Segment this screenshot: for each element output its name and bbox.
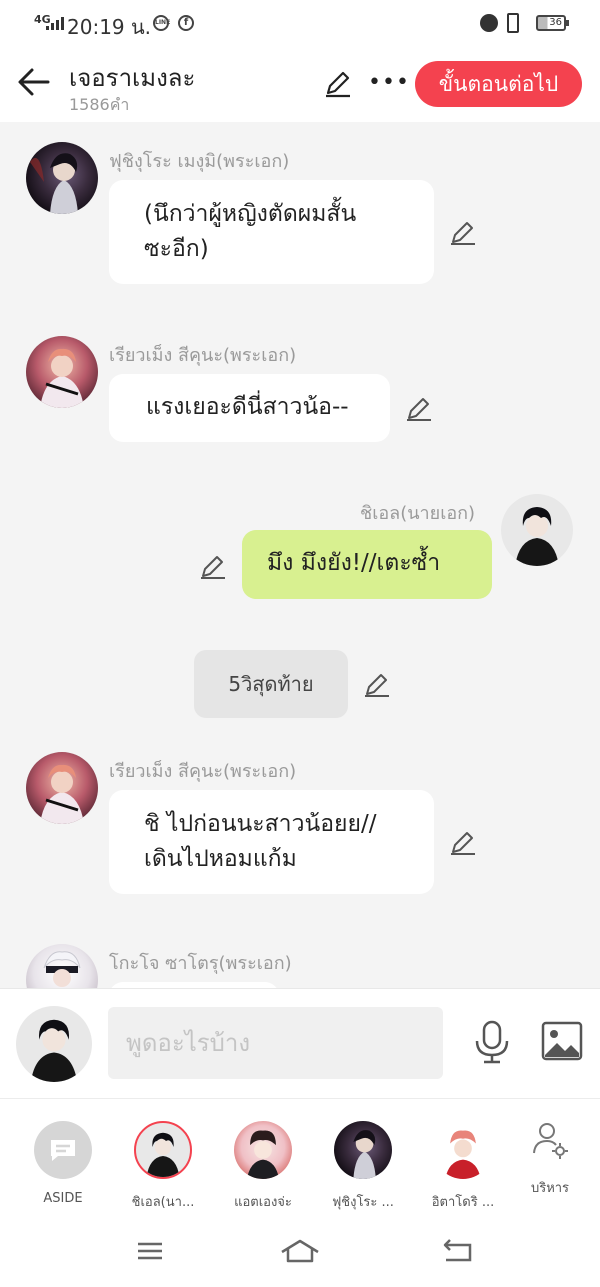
message-bubble[interactable]: แรงเยอะดีนี่สาวน้อ-- — [109, 374, 390, 442]
character-admin[interactable]: แอตเองจ่ะ — [218, 1121, 308, 1212]
sender-name: โกะโจ ซาโตรุ(พระเอก) — [109, 953, 292, 974]
message-line: แรงเยอะดีนี่สาวน้อ-- — [146, 394, 349, 420]
character-aside[interactable]: ASIDE — [18, 1121, 108, 1206]
message-line: ซะอีก) — [144, 236, 209, 262]
character-label: แอตเองจ่ะ — [234, 1195, 292, 1210]
avatar[interactable] — [501, 494, 573, 566]
avatar — [434, 1121, 492, 1179]
sender-name: ฟุชิงุโระ เมงุมิ(พระเอก) — [109, 151, 290, 172]
back-nav-icon[interactable] — [438, 1236, 478, 1266]
alarm-icon — [480, 14, 498, 32]
sender-name: เรียวเม็ง สีคุนะ(พระเอก) — [109, 761, 297, 782]
current-character-avatar[interactable] — [16, 1006, 92, 1082]
avatar — [234, 1121, 292, 1179]
avatar — [334, 1121, 392, 1179]
more-options-icon[interactable]: ••• — [368, 70, 410, 95]
next-step-button[interactable]: ขั้นตอนต่อไป — [415, 61, 582, 107]
avatar[interactable] — [26, 142, 98, 214]
edit-message-icon[interactable] — [363, 670, 391, 698]
line-app-icon: LINE — [153, 15, 170, 31]
avatar[interactable] — [26, 944, 98, 988]
message-line: ชิ ไปก่อนนะสาวน้อยย// — [144, 811, 377, 837]
edit-message-icon[interactable] — [199, 552, 227, 580]
aside-text: 5วิสุดท้าย — [228, 672, 314, 696]
manage-characters-button[interactable]: บริหาร — [515, 1121, 585, 1198]
message-bubble[interactable]: ชิ ไปก่อนนะสาวน้อยย// เดินไปหอมแก้ม — [109, 790, 434, 894]
edit-message-icon[interactable] — [449, 218, 477, 246]
character-itadori[interactable]: อิตาโดริ ... — [418, 1121, 508, 1212]
facebook-icon: f — [178, 15, 194, 31]
message-line: มึง มึงยัง!//เตะซ้ำ — [267, 550, 441, 576]
microphone-icon[interactable] — [472, 1019, 512, 1065]
battery-icon: 36 — [536, 15, 569, 31]
aside-bubble[interactable]: 5วิสุดท้าย — [194, 650, 348, 718]
vibrate-icon — [507, 13, 519, 33]
word-count: 1586คำ — [69, 95, 130, 114]
app-header: เจอราเมงละ 1586คำ ••• ขั้นตอนต่อไป — [0, 46, 600, 122]
menu-icon[interactable] — [130, 1236, 170, 1266]
character-label: ชิเอล(นา... — [131, 1195, 195, 1210]
input-bar — [0, 988, 600, 1098]
avatar[interactable] — [26, 336, 98, 408]
character-selector: ASIDE ชิเอล(นา... แอตเองจ่ะ ฟุชิงุโระ ..… — [0, 1098, 600, 1218]
manage-label: บริหาร — [530, 1181, 570, 1196]
character-label: ASIDE — [43, 1191, 83, 1206]
chat-area[interactable]: ฟุชิงุโระ เมงุมิ(พระเอก) (นึกว่าผู้หญิงต… — [0, 122, 600, 988]
message-bubble[interactable]: (นึกว่าผู้หญิงตัดผมสั้น ซะอีก) — [109, 180, 434, 284]
home-icon[interactable] — [280, 1236, 320, 1266]
status-time: 20:19 น. — [67, 15, 152, 39]
my-message-bubble[interactable]: มึง มึงยัง!//เตะซ้ำ — [242, 530, 492, 599]
signal-icon — [46, 17, 64, 30]
character-megumi[interactable]: ฟุชิงุโระ ... — [318, 1121, 408, 1212]
system-nav-bar — [0, 1218, 600, 1287]
story-title: เจอราเมงละ — [69, 64, 196, 92]
image-icon[interactable] — [541, 1021, 583, 1061]
character-label: ฟุชิงุโระ ... — [332, 1195, 394, 1210]
aside-icon — [34, 1121, 92, 1179]
character-ciel[interactable]: ชิเอล(นา... — [118, 1121, 208, 1212]
message-line: (นึกว่าผู้หญิงตัดผมสั้น — [144, 201, 357, 227]
message-input[interactable] — [108, 1007, 443, 1079]
edit-message-icon[interactable] — [449, 828, 477, 856]
avatar — [134, 1121, 192, 1179]
message-line: เดินไปหอมแก้ม — [144, 846, 297, 872]
manage-user-icon — [533, 1123, 568, 1159]
edit-title-icon[interactable] — [323, 68, 353, 98]
sender-name: ชิเอล(นายเอก) — [360, 503, 476, 524]
status-bar: 4G 20:19 น. LINE f 36 — [0, 0, 600, 46]
sender-name: เรียวเม็ง สีคุนะ(พระเอก) — [109, 345, 297, 366]
character-label: อิตาโดริ ... — [431, 1195, 495, 1210]
back-arrow-icon[interactable] — [16, 66, 52, 98]
avatar[interactable] — [26, 752, 98, 824]
edit-message-icon[interactable] — [405, 394, 433, 422]
